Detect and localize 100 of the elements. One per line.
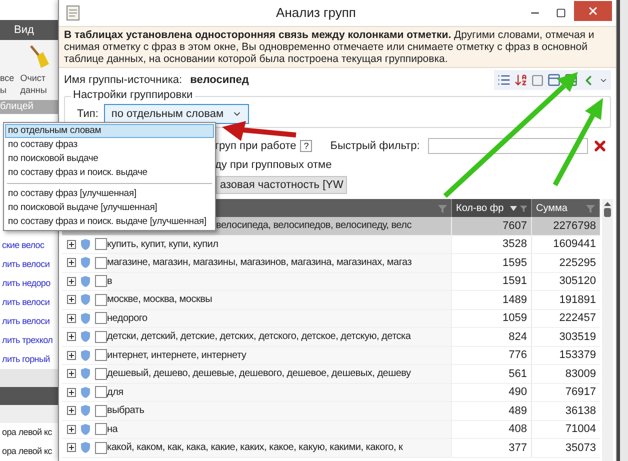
quick-filter-field[interactable] xyxy=(428,138,588,154)
expand-icon[interactable] xyxy=(67,295,76,304)
expand-icon[interactable] xyxy=(67,314,76,323)
link[interactable]: лить велоси xyxy=(2,258,50,272)
checkbox[interactable] xyxy=(95,349,107,362)
sort-icon[interactable] xyxy=(514,73,528,87)
expand-icon[interactable] xyxy=(67,388,76,397)
table-cell-text: 83009 xyxy=(564,366,597,382)
table-cell: для xyxy=(107,384,452,401)
checkbox[interactable] xyxy=(95,423,107,436)
shield-icon xyxy=(81,442,90,454)
list-icon[interactable] xyxy=(497,73,511,87)
table-cell-text: 305120 xyxy=(558,274,597,289)
table-row[interactable]: детски, детский, детские, детских, детского, детское, детскую, детска 824 303519 xyxy=(62,328,600,346)
expand-icon[interactable] xyxy=(67,332,76,342)
link[interactable]: лить недоро xyxy=(2,276,50,290)
square-icon[interactable] xyxy=(531,74,544,86)
table-row[interactable]: магазине, магазин, магазины, магазинов, магазина, магазинах, магаз 1595 225295 xyxy=(62,254,600,272)
table-cell: магазине, магазин, магазины, магазинов, магазина, магазинах, магаз xyxy=(107,254,452,272)
link[interactable]: лить велоси xyxy=(2,314,50,328)
quick-filter-label: Быстрый фильтр: xyxy=(330,138,420,154)
expand-icon[interactable] xyxy=(67,350,76,360)
scroll-up-icon[interactable] xyxy=(604,202,611,206)
table-cell: 824 xyxy=(452,328,532,346)
dropdown-option[interactable]: по составу фраз xyxy=(5,138,214,152)
checkbox[interactable] xyxy=(95,442,107,454)
checkbox[interactable] xyxy=(95,386,107,398)
table-cell: 490 xyxy=(452,384,532,401)
option-label: груп при работе xyxy=(215,138,296,154)
dropdown-option[interactable]: по поисковой выдаче [улучшенная] xyxy=(5,201,214,215)
checkbox[interactable] xyxy=(95,256,107,269)
table-cell: 377 xyxy=(452,439,532,456)
clear-icon[interactable] xyxy=(592,138,608,154)
shield-icon xyxy=(81,312,90,324)
expand-icon[interactable] xyxy=(67,258,76,268)
expand-icon[interactable] xyxy=(67,276,76,286)
ribbon-label: ы xyxy=(0,84,6,96)
table-cell-text: 2276798 xyxy=(552,218,597,234)
table-cell: в xyxy=(107,272,452,290)
table-cell: 1595 xyxy=(452,254,532,272)
table-row[interactable]: недорого 1059 222457 xyxy=(62,310,600,328)
table-cell-text: 71004 xyxy=(564,422,597,437)
table-cell: 3528 xyxy=(452,236,532,253)
menu-tab[interactable]: Вид xyxy=(14,22,34,38)
checkbox[interactable] xyxy=(95,330,107,343)
expand-icon[interactable] xyxy=(67,424,76,434)
expand-icon[interactable] xyxy=(67,406,76,416)
ribbon-label: все xyxy=(0,72,14,84)
table-cell: выбрать xyxy=(107,402,452,420)
table-row[interactable]: в 1591 305120 xyxy=(62,272,600,291)
checkbox[interactable] xyxy=(95,368,107,380)
help-button[interactable]: ? xyxy=(300,140,312,152)
link[interactable]: лить трехкол xyxy=(2,334,53,348)
link[interactable]: лить горный xyxy=(2,352,50,366)
row-text: ора левой кс xyxy=(2,444,52,458)
panel-icon[interactable] xyxy=(547,73,561,87)
expand-icon[interactable] xyxy=(67,240,76,249)
dropdown-option[interactable]: по отдельным словам xyxy=(5,124,214,138)
dropdown-option[interactable]: по составу фраз [улучшенная] xyxy=(5,187,214,201)
close-button[interactable] xyxy=(574,1,612,21)
table-row[interactable]: москве, москва, москвы 1489 191891 xyxy=(62,291,600,310)
table-cell: дешевый, дешево, дешевые, дешевого, дешевое, дешевых, дешеву xyxy=(107,365,452,382)
dropdown-option[interactable]: по поисковой выдаче xyxy=(5,152,214,166)
table-row[interactable]: купить, купит, купи, купил 3528 1609441 xyxy=(62,236,600,254)
ribbon-label: данны xyxy=(20,84,47,96)
shield-icon xyxy=(81,238,90,250)
table-row[interactable]: какой, каком, как, кака, какие, каких, какое, какую, какими, какого, к 377 35073 xyxy=(62,439,600,458)
type-dropdown[interactable]: по отдельным словам xyxy=(104,104,249,124)
table-row[interactable]: для 490 76917 xyxy=(62,384,600,402)
expand-icon[interactable] xyxy=(67,443,76,452)
expand-icon[interactable] xyxy=(67,369,76,378)
checkbox[interactable] xyxy=(95,294,107,306)
checkbox[interactable] xyxy=(95,238,107,250)
table-cell-text: 153379 xyxy=(558,348,597,363)
table-row[interactable]: интернет, интернете, интернету 776 153379 xyxy=(62,346,600,365)
broom-icon[interactable] xyxy=(28,45,50,69)
scroll-thumb[interactable] xyxy=(604,208,611,217)
table-cell-text: 1609441 xyxy=(552,237,597,252)
column-header[interactable]: Сумма xyxy=(532,199,600,217)
filter-icon[interactable] xyxy=(520,204,527,212)
shield-icon xyxy=(81,294,90,306)
column-header[interactable]: Кол-во фр xyxy=(452,199,532,217)
source-group-label: Имя группы-источника: xyxy=(64,72,182,88)
dropdown-option[interactable]: по составу фраз и поиск. выдаче xyxy=(5,166,214,180)
table-cell-text: 303519 xyxy=(558,330,597,344)
source-group-value: велосипед xyxy=(190,72,249,88)
link[interactable]: лить велоси xyxy=(2,296,50,310)
notice-text: В таблицах установлена односторонняя связь между колонками отметки. Другими словами, отмечая и снимая отметку с фраз в этом окне, Вы одновременно отмечаете или снимаете отметку с фраз в основной таблице данных, на основании которой была построена текущая группировка. xyxy=(64,29,596,65)
panel-header xyxy=(0,387,58,405)
table-row[interactable]: на 408 71004 xyxy=(62,420,600,439)
link[interactable]: ские велос xyxy=(2,238,44,252)
scrollbar[interactable] xyxy=(602,199,613,461)
checkbox[interactable] xyxy=(95,312,107,324)
checkbox[interactable] xyxy=(95,275,107,288)
table-cell: 489 xyxy=(452,402,532,420)
ribbon-label: Очист xyxy=(20,72,46,84)
checkbox[interactable] xyxy=(95,404,107,417)
frequency-button[interactable]: азовая частотность [YW xyxy=(216,176,348,194)
table-row[interactable]: выбрать 489 36138 xyxy=(62,402,600,420)
table-row[interactable]: дешевый, дешево, дешевые, дешевого, дешевое, дешевых, дешеву 561 83009 xyxy=(62,365,600,384)
